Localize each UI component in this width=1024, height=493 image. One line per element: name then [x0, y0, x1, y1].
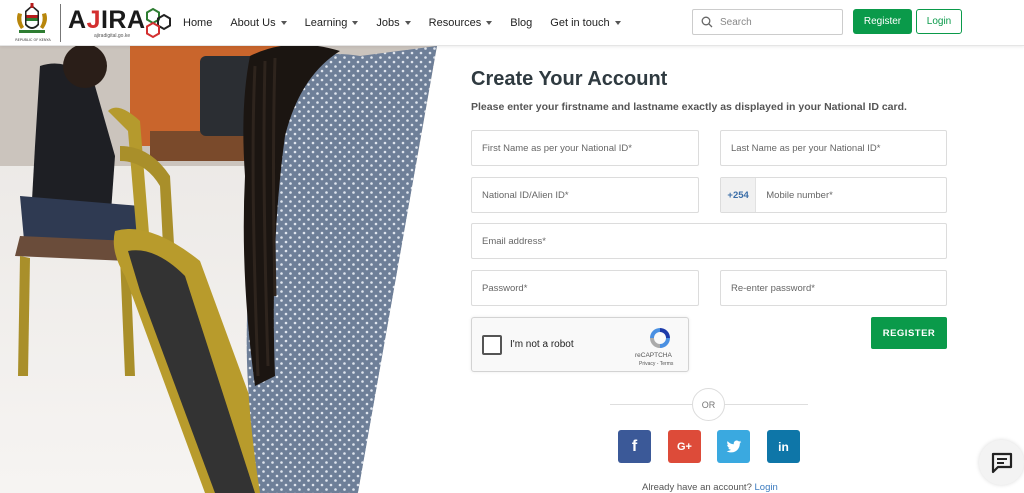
- ajira-logo[interactable]: AJIRA ajiradigital.go.ke: [68, 4, 178, 42]
- google-plus-button[interactable]: G+: [668, 430, 701, 463]
- password-field[interactable]: [471, 270, 699, 306]
- email-field[interactable]: [471, 223, 947, 259]
- nav-about-us[interactable]: About Us: [230, 17, 287, 29]
- password-input[interactable]: [472, 271, 698, 305]
- header-login-button[interactable]: Login: [916, 9, 962, 34]
- ajira-hexagon-logo-icon: [146, 7, 171, 39]
- kenya-crest-icon[interactable]: REPUBLIC OF KENYA: [12, 3, 52, 43]
- login-link[interactable]: Login: [755, 482, 778, 493]
- hero-image: [0, 46, 437, 493]
- search-input[interactable]: [720, 16, 830, 28]
- twitter-icon: [726, 440, 741, 452]
- logo-wordmark: AJIRA: [68, 6, 146, 34]
- logo-subtext: ajiradigital.go.ke: [94, 33, 131, 39]
- nav-learning[interactable]: Learning: [305, 17, 359, 29]
- linkedin-icon: in: [778, 439, 789, 454]
- nav-blog[interactable]: Blog: [510, 17, 532, 29]
- search-icon: [701, 16, 713, 28]
- page-title: Create Your Account: [471, 68, 668, 90]
- first-name-field[interactable]: [471, 130, 699, 166]
- recaptcha-terms-link[interactable]: Privacy - Terms: [639, 361, 673, 367]
- recaptcha-widget: I'm not a robot reCAPTCHA Privacy - Term…: [471, 317, 689, 372]
- main-nav: Home About Us Learning Jobs Resources Bl…: [183, 0, 639, 46]
- form-instructions: Please enter your firstname and lastname…: [471, 101, 907, 113]
- site-header: REPUBLIC OF KENYA AJIRA ajiradigital.go.…: [0, 0, 1024, 46]
- search-box[interactable]: [692, 9, 843, 35]
- mobile-input[interactable]: [756, 178, 946, 212]
- chevron-down-icon: [486, 21, 493, 25]
- chevron-down-icon: [614, 21, 621, 25]
- register-button[interactable]: REGISTER: [871, 317, 947, 349]
- or-divider: OR: [692, 388, 725, 421]
- phone-country-code: +254: [721, 178, 757, 212]
- header-divider: [60, 4, 61, 42]
- national-id-field[interactable]: [471, 177, 699, 213]
- chat-button[interactable]: [979, 440, 1024, 485]
- google-plus-icon: G+: [677, 440, 692, 453]
- mobile-field[interactable]: +254: [720, 177, 947, 213]
- first-name-input[interactable]: [472, 131, 698, 165]
- nav-home[interactable]: Home: [183, 17, 212, 29]
- recaptcha-icon: [650, 328, 670, 348]
- reenter-password-input[interactable]: [721, 271, 946, 305]
- nav-jobs[interactable]: Jobs: [376, 17, 411, 29]
- chevron-down-icon: [280, 21, 287, 25]
- login-prompt: Already have an account? Login: [642, 482, 778, 493]
- facebook-icon: f: [631, 437, 638, 455]
- email-input[interactable]: [472, 224, 946, 258]
- last-name-input[interactable]: [721, 131, 946, 165]
- recaptcha-brand: reCAPTCHA: [635, 352, 672, 359]
- login-prompt-text: Already have an account?: [642, 482, 752, 493]
- last-name-field[interactable]: [720, 130, 947, 166]
- twitter-button[interactable]: [717, 430, 750, 463]
- facebook-button[interactable]: f: [618, 430, 651, 463]
- linkedin-button[interactable]: in: [767, 430, 800, 463]
- chevron-down-icon: [352, 21, 359, 25]
- crest-caption: REPUBLIC OF KENYA: [15, 38, 51, 42]
- national-id-input[interactable]: [472, 178, 698, 212]
- nav-get-in-touch[interactable]: Get in touch: [550, 17, 621, 29]
- chevron-down-icon: [404, 21, 411, 25]
- recaptcha-label: I'm not a robot: [510, 339, 574, 350]
- recaptcha-checkbox[interactable]: [482, 335, 502, 355]
- nav-resources[interactable]: Resources: [429, 17, 493, 29]
- reenter-password-field[interactable]: [720, 270, 947, 306]
- chat-icon: [991, 452, 1012, 473]
- header-register-button[interactable]: Register: [853, 9, 912, 34]
